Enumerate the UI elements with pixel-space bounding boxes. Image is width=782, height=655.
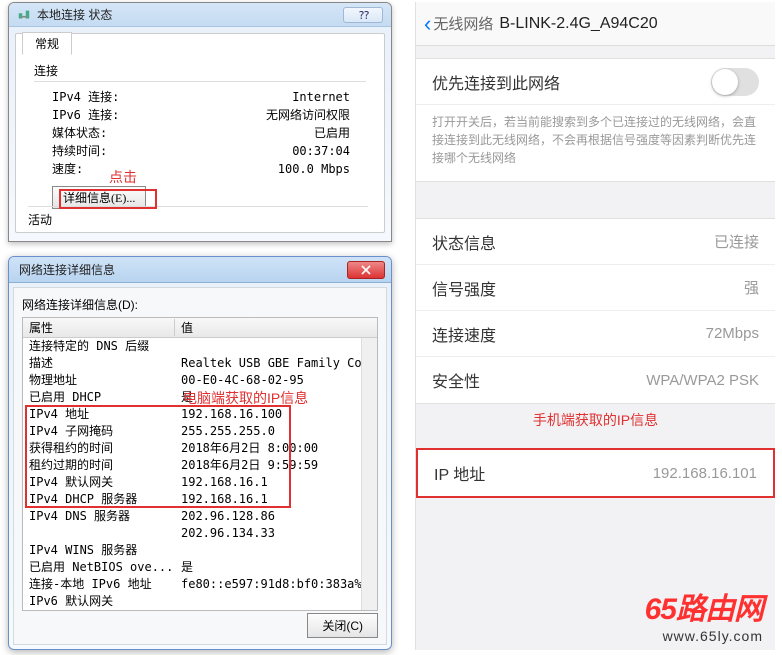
priority-label: 优先连接到此网络 (432, 70, 711, 94)
svg-text:⁇: ⁇ (359, 10, 369, 20)
dialog-title: 本地连接 状态 (37, 6, 343, 23)
priority-toggle[interactable] (711, 68, 759, 96)
watermark: 65路由网 www.65ly.com (645, 584, 763, 644)
speed-row: 连接速度72Mbps (416, 311, 775, 357)
vertical-scrollbar[interactable] (361, 338, 377, 610)
table-row: IPv4 子网掩码255.255.255.0 (23, 423, 377, 440)
col-property: 属性 (23, 319, 175, 336)
status-row: 状态信息已连接 (416, 219, 775, 265)
table-row: 202.96.134.33 (23, 525, 377, 542)
table-row: IPv4 WINS 服务器 (23, 542, 377, 559)
table-header: 属性 值 (23, 318, 377, 338)
row-speed: 速度:100.0 Mbps (34, 160, 366, 178)
dialog-body: 网络连接详细信息(D): 属性 值 连接特定的 DNS 后缀 描述Realtek… (13, 287, 387, 645)
table-row: IPv4 默认网关192.168.16.1 (23, 474, 377, 491)
annotation-pc-ip: 电脑端获取的IP信息 (183, 388, 308, 408)
priority-description: 打开开关后，若当前能搜索到多个已连接过的无线网络，会直接连接到此无线网络，不会再… (416, 105, 775, 181)
table-row: 已启用 NetBIOS ove...是 (23, 559, 377, 576)
table-row: 租约过期的时间2018年6月2日 9:59:59 (23, 457, 377, 474)
table-body: 连接特定的 DNS 后缀 描述Realtek USB GBE Family Co… (23, 338, 377, 610)
ip-section: IP 地址 192.168.16.101 (416, 448, 775, 498)
close-icon (361, 265, 371, 275)
annotation-click: 点击 (109, 167, 137, 187)
back-icon[interactable]: ‹ (424, 11, 431, 37)
titlebar[interactable]: 网络连接详细信息 (9, 257, 391, 283)
tab-general[interactable]: 常规 (22, 32, 72, 55)
table-row: 物理地址00-E0-4C-68-02-95 (23, 372, 377, 389)
security-row: 安全性WPA/WPA2 PSK (416, 357, 775, 403)
ssid-title: B-LINK-2.4G_A94C20 (499, 15, 767, 33)
annotation-phone-ip: 手机端获取的IP信息 (416, 404, 775, 436)
table-row: IPv6 默认网关 (23, 593, 377, 610)
row-ipv6: IPv6 连接:无网络访问权限 (34, 106, 366, 124)
details-table: 属性 值 连接特定的 DNS 后缀 描述Realtek USB GBE Fami… (22, 317, 378, 611)
close-button[interactable] (347, 261, 385, 279)
table-row: 获得租约的时间2018年6月2日 8:00:00 (23, 440, 377, 457)
table-row: 描述Realtek USB GBE Family Control (23, 355, 377, 372)
table-row: IPv4 DNS 服务器202.96.128.86 (23, 508, 377, 525)
ios-header: ‹ 无线网络 B-LINK-2.4G_A94C20 (416, 2, 775, 46)
row-ipv4: IPv4 连接:Internet (34, 88, 366, 106)
connection-status-dialog: 本地连接 状态 ⁇ 常规 连接 IPv4 连接:Internet IPv6 连接… (8, 2, 392, 242)
priority-row: 优先连接到此网络 (416, 59, 775, 105)
details-label: 网络连接详细信息(D): (22, 296, 378, 313)
mobile-wifi-panel: ‹ 无线网络 B-LINK-2.4G_A94C20 优先连接到此网络 打开开关后… (415, 2, 775, 650)
section-activity: 活动 (28, 206, 368, 228)
titlebar[interactable]: 本地连接 状态 ⁇ (9, 3, 391, 27)
dialog-body: 常规 连接 IPv4 连接:Internet IPv6 连接:无网络访问权限 媒… (15, 33, 385, 233)
help-icon: ⁇ (356, 10, 370, 20)
row-media: 媒体状态:已启用 (34, 124, 366, 142)
watermark-url: www.65ly.com (645, 628, 763, 644)
close-button[interactable]: 关闭(C) (307, 613, 378, 638)
dialog-title: 网络连接详细信息 (15, 261, 347, 278)
network-icon (17, 8, 31, 22)
priority-section: 优先连接到此网络 打开开关后，若当前能搜索到多个已连接过的无线网络，会直接连接到… (416, 58, 775, 182)
help-button[interactable]: ⁇ (343, 7, 383, 23)
ip-value: 192.168.16.101 (653, 465, 757, 482)
watermark-title: 65路由网 (645, 584, 763, 628)
ip-label: IP 地址 (434, 461, 653, 485)
ip-row: IP 地址 192.168.16.101 (418, 450, 773, 496)
row-duration: 持续时间:00:37:04 (34, 142, 366, 160)
back-label[interactable]: 无线网络 (433, 13, 493, 34)
table-row: IPv4 DHCP 服务器192.168.16.1 (23, 491, 377, 508)
table-row: IPv4 地址192.168.16.100 (23, 406, 377, 423)
signal-row: 信号强度强 (416, 265, 775, 311)
col-value: 值 (175, 319, 377, 336)
section-connection: 连接 (34, 62, 366, 82)
table-row: 连接特定的 DNS 后缀 (23, 338, 377, 355)
network-details-dialog: 网络连接详细信息 网络连接详细信息(D): 属性 值 连接特定的 DNS 后缀 … (8, 256, 392, 650)
table-row: 连接-本地 IPv6 地址fe80::e597:91d8:bf0:383a%11 (23, 576, 377, 593)
status-section: 状态信息已连接 信号强度强 连接速度72Mbps 安全性WPA/WPA2 PSK (416, 218, 775, 404)
